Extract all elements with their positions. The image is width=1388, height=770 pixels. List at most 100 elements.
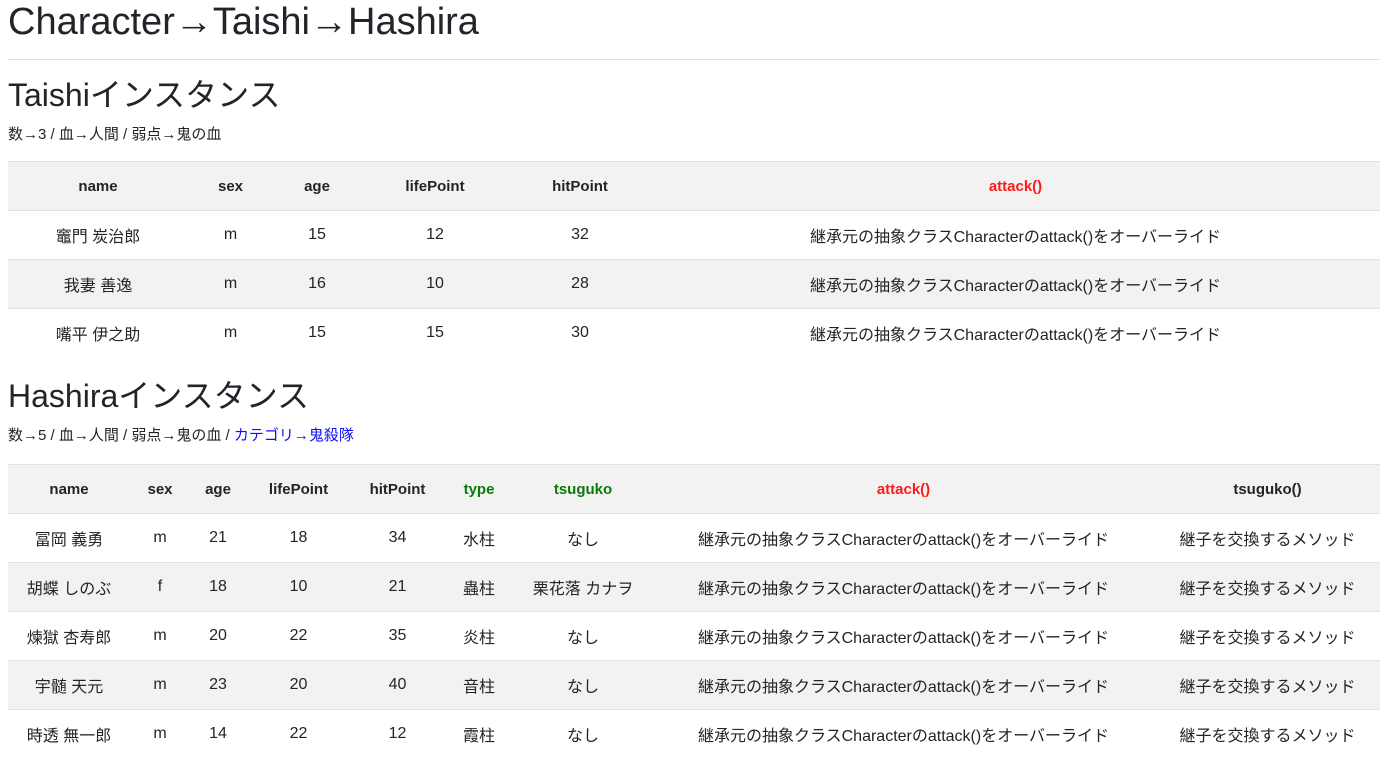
- cell-age: 16: [273, 259, 361, 309]
- cell-tsuguko: なし: [514, 513, 652, 563]
- table-row: 宇髄 天元 m 23 20 40 音柱 なし 継承元の抽象クラスCharacterのattac…: [8, 660, 1380, 710]
- table-row: 冨岡 義勇 m 21 18 34 水柱 なし 継承元の抽象クラスCharacterのattac…: [8, 513, 1380, 563]
- cell-type: 霞柱: [444, 709, 514, 758]
- cell-lifepoint: 15: [361, 308, 509, 357]
- cell-sex: m: [188, 210, 273, 260]
- cell-tsuguko-method: 継子を交換するメソッド: [1155, 562, 1380, 612]
- cell-sex: m: [130, 513, 190, 563]
- cell-name: 煉獄 杏寿郎: [8, 611, 130, 661]
- col-header-attack: attack(): [651, 161, 1380, 211]
- cell-name: 冨岡 義勇: [8, 513, 130, 563]
- cell-name: 宇髄 天元: [8, 660, 130, 710]
- cell-hitpoint: 34: [351, 513, 444, 563]
- cell-hitpoint: 32: [509, 210, 651, 260]
- table-row: 胡蝶 しのぶ f 18 10 21 蟲柱 栗花落 カナヲ 継承元の抽象クラスCharacter…: [8, 562, 1380, 612]
- col-header-name: name: [8, 464, 130, 514]
- cell-lifepoint: 10: [361, 259, 509, 309]
- cell-tsuguko: なし: [514, 660, 652, 710]
- cell-hitpoint: 40: [351, 660, 444, 710]
- cell-type: 蟲柱: [444, 562, 514, 612]
- cell-sex: m: [130, 709, 190, 758]
- cell-name: 胡蝶 しのぶ: [8, 562, 130, 612]
- cell-tsuguko-method: 継子を交換するメソッド: [1155, 513, 1380, 563]
- cell-name: 竈門 炭治郎: [8, 210, 188, 260]
- taishi-table-body: 竈門 炭治郎 m 15 12 32 継承元の抽象クラスCharacterのattack()…: [8, 210, 1380, 357]
- cell-lifepoint: 20: [246, 660, 351, 710]
- cell-lifepoint: 22: [246, 611, 351, 661]
- cell-tsuguko: 栗花落 カナヲ: [514, 562, 652, 612]
- cell-type: 水柱: [444, 513, 514, 563]
- cell-attack: 継承元の抽象クラスCharacterのattack()をオーバーライド: [651, 308, 1380, 357]
- hashira-heading: Hashiraインスタンス: [8, 378, 309, 414]
- hashira-table: name sex age lifePoint hitPoint type tsu…: [8, 464, 1380, 758]
- col-header-tsuguko: tsuguko: [514, 464, 652, 514]
- cell-tsuguko-method: 継子を交換するメソッド: [1155, 611, 1380, 661]
- cell-sex: m: [130, 660, 190, 710]
- col-header-age: age: [273, 161, 361, 211]
- cell-tsuguko: なし: [514, 611, 652, 661]
- table-row: 煉獄 杏寿郎 m 20 22 35 炎柱 なし 継承元の抽象クラスCharacterのatta…: [8, 611, 1380, 661]
- cell-attack: 継承元の抽象クラスCharacterのattack()をオーバーライド: [652, 660, 1155, 710]
- col-header-type: type: [444, 464, 514, 514]
- page-title: Character→Taishi→Hashira: [8, 1, 479, 43]
- col-header-sex: sex: [188, 161, 273, 211]
- cell-lifepoint: 12: [361, 210, 509, 260]
- cell-hitpoint: 35: [351, 611, 444, 661]
- cell-hitpoint: 28: [509, 259, 651, 309]
- col-header-attack: attack(): [652, 464, 1155, 514]
- taishi-section: Taishiインスタンス 数→3 / 血→人間 / 弱点→鬼の血 name se…: [8, 76, 1380, 357]
- cell-name: 嘴平 伊之助: [8, 308, 188, 357]
- col-header-sex: sex: [130, 464, 190, 514]
- col-header-hitpoint: hitPoint: [351, 464, 444, 514]
- page: Character→Taishi→Hashira Taishiインスタンス 数→…: [0, 0, 1388, 758]
- category-link[interactable]: カテゴリ→鬼殺隊: [234, 427, 354, 444]
- cell-attack: 継承元の抽象クラスCharacterのattack()をオーバーライド: [652, 513, 1155, 563]
- divider: [8, 59, 1380, 60]
- cell-sex: m: [130, 611, 190, 661]
- cell-tsuguko: なし: [514, 709, 652, 758]
- hashira-section: Hashiraインスタンス 数→5 / 血→人間 / 弱点→鬼の血 / カテゴリ…: [8, 377, 1380, 758]
- table-row: 我妻 善逸 m 16 10 28 継承元の抽象クラスCharacterのattack()を…: [8, 259, 1380, 309]
- cell-hitpoint: 21: [351, 562, 444, 612]
- cell-attack: 継承元の抽象クラスCharacterのattack()をオーバーライド: [651, 259, 1380, 309]
- col-header-lifepoint: lifePoint: [246, 464, 351, 514]
- col-header-lifepoint: lifePoint: [361, 161, 509, 211]
- cell-hitpoint: 30: [509, 308, 651, 357]
- cell-age: 15: [273, 210, 361, 260]
- cell-tsuguko-method: 継子を交換するメソッド: [1155, 660, 1380, 710]
- table-row: 時透 無一郎 m 14 22 12 霞柱 なし 継承元の抽象クラスCharacterのatta…: [8, 709, 1380, 758]
- cell-hitpoint: 12: [351, 709, 444, 758]
- taishi-heading: Taishiインスタンス: [8, 77, 281, 113]
- cell-lifepoint: 18: [246, 513, 351, 563]
- cell-attack: 継承元の抽象クラスCharacterのattack()をオーバーライド: [652, 562, 1155, 612]
- col-header-hitpoint: hitPoint: [509, 161, 651, 211]
- cell-attack: 継承元の抽象クラスCharacterのattack()をオーバーライド: [652, 611, 1155, 661]
- cell-age: 14: [190, 709, 246, 758]
- cell-attack: 継承元の抽象クラスCharacterのattack()をオーバーライド: [651, 210, 1380, 260]
- cell-age: 23: [190, 660, 246, 710]
- cell-attack: 継承元の抽象クラスCharacterのattack()をオーバーライド: [652, 709, 1155, 758]
- cell-type: 炎柱: [444, 611, 514, 661]
- col-header-tsuguko-method: tsuguko(): [1155, 464, 1380, 514]
- hashira-summary: 数→5 / 血→人間 / 弱点→鬼の血 / カテゴリ→鬼殺隊: [8, 427, 1380, 445]
- cell-type: 音柱: [444, 660, 514, 710]
- cell-lifepoint: 22: [246, 709, 351, 758]
- cell-lifepoint: 10: [246, 562, 351, 612]
- table-header-row: name sex age lifePoint hitPoint attack(): [8, 161, 1380, 211]
- col-header-age: age: [190, 464, 246, 514]
- cell-sex: f: [130, 562, 190, 612]
- cell-age: 18: [190, 562, 246, 612]
- cell-age: 21: [190, 513, 246, 563]
- col-header-name: name: [8, 161, 188, 211]
- cell-sex: m: [188, 259, 273, 309]
- taishi-table: name sex age lifePoint hitPoint attack()…: [8, 161, 1380, 357]
- hashira-table-body: 冨岡 義勇 m 21 18 34 水柱 なし 継承元の抽象クラスCharacterのattac…: [8, 513, 1380, 758]
- cell-name: 我妻 善逸: [8, 259, 188, 309]
- hashira-summary-text: 数→5 / 血→人間 / 弱点→鬼の血 /: [8, 427, 234, 444]
- taishi-summary: 数→3 / 血→人間 / 弱点→鬼の血: [8, 126, 222, 143]
- table-header-row: name sex age lifePoint hitPoint type tsu…: [8, 464, 1380, 514]
- table-row: 嘴平 伊之助 m 15 15 30 継承元の抽象クラスCharacterのattack()…: [8, 308, 1380, 357]
- cell-age: 15: [273, 308, 361, 357]
- cell-age: 20: [190, 611, 246, 661]
- table-row: 竈門 炭治郎 m 15 12 32 継承元の抽象クラスCharacterのattack()…: [8, 210, 1380, 260]
